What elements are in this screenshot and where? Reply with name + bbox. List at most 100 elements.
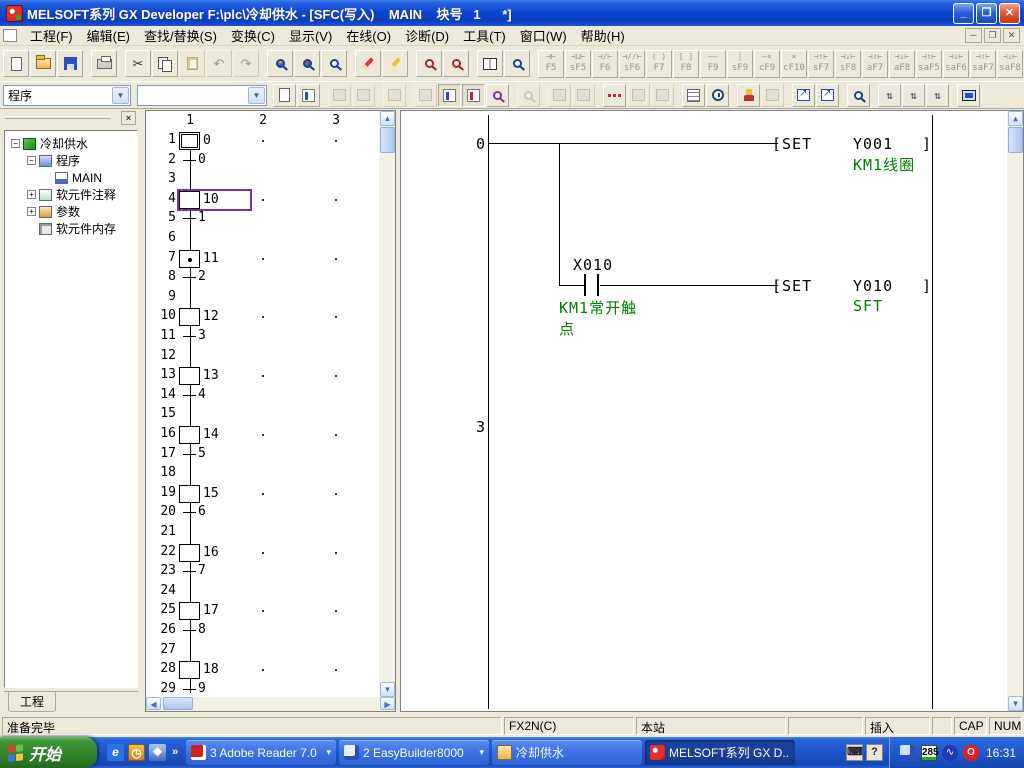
menu-item-4[interactable]: 显示(V) <box>282 24 339 47</box>
tree-item-3[interactable]: +软元件注释 <box>5 186 137 203</box>
scroll-up-icon[interactable]: ▲ <box>380 111 395 126</box>
sfc-transition[interactable] <box>183 630 196 631</box>
open-button[interactable] <box>30 50 56 77</box>
tree-item-1[interactable]: −程序 <box>5 152 137 169</box>
scroll-down-icon[interactable]: ▼ <box>1008 696 1023 711</box>
task-button-2[interactable]: 冷却供水 <box>492 740 642 765</box>
sfc-vscrollbar[interactable]: ▲ ▼ <box>379 111 395 697</box>
sfc-step[interactable] <box>179 308 200 326</box>
tab-project[interactable]: 工程 <box>8 692 56 712</box>
scroll-right-icon[interactable]: ▶ <box>380 697 395 710</box>
ime-285-badge[interactable]: 285 <box>921 745 937 761</box>
zoom-block-button[interactable] <box>486 84 509 107</box>
sfc-view-button[interactable] <box>438 84 461 107</box>
tree-item-4[interactable]: +参数 <box>5 203 137 220</box>
group-arrow-icon[interactable]: ▾ <box>326 747 331 758</box>
menu-item-2[interactable]: 查找/替换(S) <box>137 24 224 47</box>
sfc-step[interactable] <box>179 250 200 268</box>
start-button[interactable]: 开始 <box>0 737 97 768</box>
ladder-vscroll-thumb[interactable] <box>1008 127 1023 153</box>
insert-write-button[interactable] <box>382 50 408 77</box>
jump-window-button[interactable] <box>792 84 815 107</box>
set-instruction[interactable]: [SET <box>772 277 812 295</box>
sfc-initial-step[interactable] <box>179 132 200 150</box>
print-button[interactable] <box>91 50 117 77</box>
wave-icon[interactable]: ∿ <box>942 745 958 761</box>
cut-button[interactable]: ✂ <box>125 50 151 77</box>
time-monitor-button[interactable] <box>706 84 729 107</box>
menu-item-9[interactable]: 帮助(H) <box>574 24 632 47</box>
ie-icon[interactable]: e <box>107 744 124 761</box>
sfc-step[interactable] <box>179 544 200 562</box>
combo-dropdown-icon[interactable]: ▼ <box>112 87 129 104</box>
sfc-hscroll-thumb[interactable] <box>163 697 193 710</box>
set-operand[interactable]: Y010 <box>853 277 893 295</box>
string-find-button[interactable] <box>321 50 347 77</box>
tree-item-main[interactable]: MAIN <box>5 169 137 186</box>
stamp-button[interactable] <box>737 84 760 107</box>
sfc-transition[interactable] <box>183 277 196 278</box>
copy-button[interactable] <box>152 50 178 77</box>
block-param-button[interactable] <box>682 84 705 107</box>
task-button-3[interactable]: MELSOFT系列 GX D... <box>645 740 795 765</box>
stop-icon[interactable]: O <box>963 745 979 761</box>
sfc-step[interactable] <box>179 426 200 444</box>
mdi-minimize-button[interactable]: ─ <box>965 28 982 43</box>
sfc-transition[interactable] <box>183 454 196 455</box>
write-mode-button[interactable] <box>355 50 381 77</box>
network-icon[interactable] <box>900 745 916 761</box>
scroll-left-icon[interactable]: ◀ <box>146 697 161 710</box>
sfc-vscroll-thumb[interactable] <box>380 127 395 153</box>
monitor-mode-button[interactable] <box>957 84 980 107</box>
minimize-button[interactable]: _ <box>953 3 974 24</box>
data-type-combo[interactable]: 程序 ▼ <box>3 85 131 106</box>
dotted-line-button[interactable] <box>603 84 626 107</box>
sfc-transition[interactable] <box>183 571 196 572</box>
sfc-write-button[interactable] <box>462 84 485 107</box>
sfc-transition[interactable] <box>183 218 196 219</box>
menu-item-6[interactable]: 诊断(D) <box>398 24 456 47</box>
save-button[interactable] <box>57 50 83 77</box>
group-arrow-icon[interactable]: ▾ <box>479 747 484 758</box>
more-chevron-icon[interactable]: » <box>170 744 180 761</box>
jump-window2-button[interactable] <box>816 84 839 107</box>
contact-device[interactable]: X010 <box>573 256 613 274</box>
zoom-monitor-button[interactable] <box>847 84 870 107</box>
tree-item-5[interactable]: 软元件内存 <box>5 220 137 237</box>
device-find-button[interactable] <box>294 50 320 77</box>
collapse-icon[interactable]: − <box>11 139 20 148</box>
sort-device-button[interactable]: ⇅ <box>926 84 949 107</box>
expand-icon[interactable]: + <box>27 207 36 216</box>
sfc-step[interactable] <box>179 602 200 620</box>
new-button[interactable] <box>3 50 29 77</box>
set-instruction[interactable]: [SET <box>772 135 812 153</box>
world-zoom-button[interactable] <box>504 50 530 77</box>
sfc-transition[interactable] <box>183 395 196 396</box>
sort-block-button[interactable]: ⇅ <box>902 84 925 107</box>
restore-button[interactable]: ❐ <box>976 3 997 24</box>
menu-item-3[interactable]: 变换(C) <box>224 24 282 47</box>
menu-item-8[interactable]: 窗口(W) <box>513 24 574 47</box>
sfc-transition[interactable] <box>183 336 196 337</box>
sfc-transition[interactable] <box>183 160 196 161</box>
expand-icon[interactable]: + <box>27 190 36 199</box>
ladder-vscrollbar[interactable]: ▲ ▼ <box>1007 111 1023 711</box>
sfc-step[interactable] <box>179 367 200 385</box>
task-button-0[interactable]: 3 Adobe Reader 7.0▾ <box>186 740 336 765</box>
sfc-hscrollbar[interactable]: ◀ ▶ <box>146 697 395 711</box>
monitor-zoom-button[interactable] <box>443 50 469 77</box>
sort-step-button[interactable]: ⇅ <box>878 84 901 107</box>
find-replace-button[interactable] <box>267 50 293 77</box>
mdi-child-icon[interactable] <box>3 29 17 42</box>
block-select-combo[interactable]: ▼ <box>137 85 267 106</box>
help-icon[interactable]: ? <box>866 744 883 761</box>
project-data-list-button[interactable] <box>297 84 320 107</box>
mdi-close-button[interactable]: ✕ <box>1003 28 1020 43</box>
read-zoom-button[interactable] <box>416 50 442 77</box>
close-button[interactable]: ✕ <box>999 3 1020 24</box>
sfc-transition[interactable] <box>183 512 196 513</box>
sfc-step[interactable] <box>179 191 200 209</box>
sfc-step[interactable] <box>179 485 200 503</box>
combo-dropdown-icon[interactable]: ▼ <box>248 87 265 104</box>
panel-close-icon[interactable]: × <box>121 111 136 125</box>
